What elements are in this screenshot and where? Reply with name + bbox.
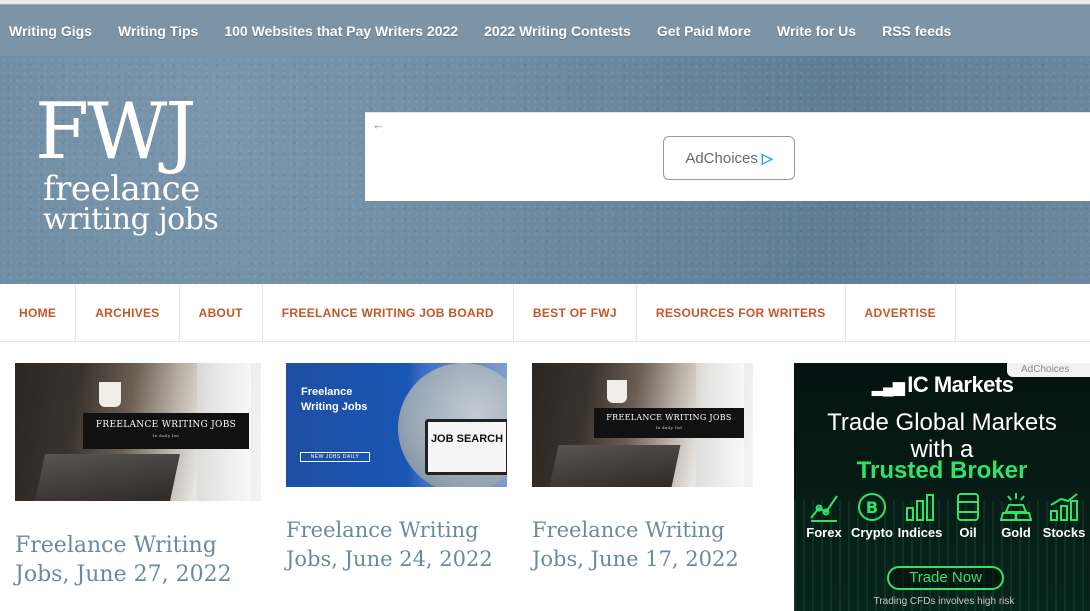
side-adchoices-label: AdChoices: [1021, 364, 1070, 375]
post-title: Freelance Writing Jobs, June 24, 2022: [286, 518, 493, 571]
thumb-screen: JOB SEARCH: [425, 419, 507, 475]
ad-item-indices: Indices: [896, 491, 944, 540]
adchoices-icon: ▷: [761, 149, 773, 166]
trade-now-button[interactable]: Trade Now: [887, 566, 1004, 590]
post-title: Freelance Writing Jobs, June 27, 2022: [15, 533, 232, 587]
topnav-writing-tips[interactable]: Writing Tips: [118, 23, 198, 39]
nav-resources[interactable]: RESOURCES FOR WRITERS: [637, 284, 846, 342]
ad-item-stocks: Stocks: [1040, 491, 1088, 540]
ad-brand-name: IC Markets: [907, 372, 1014, 397]
ad-disclaimer: Trading CFDs involves high risk: [873, 596, 1015, 607]
topnav-write-for-us[interactable]: Write for Us: [777, 23, 856, 39]
thumb-pill: NEW JOBS DAILY: [300, 452, 370, 462]
ad-item-label: Crypto: [851, 525, 893, 540]
header-ad-banner: ← AdChoices ▷: [365, 112, 1090, 201]
topnav-rss-feeds[interactable]: RSS feeds: [882, 23, 951, 39]
nav-job-board[interactable]: FREELANCE WRITING JOB BOARD: [263, 284, 514, 342]
site-logo[interactable]: FWJ freelance writing jobs: [35, 90, 235, 236]
topnav-get-paid-more[interactable]: Get Paid More: [657, 23, 751, 39]
side-adchoices-badge[interactable]: AdChoices: [1007, 363, 1090, 377]
stocks-icon: [1048, 491, 1080, 523]
topnav-100-websites[interactable]: 100 Websites that Pay Writers 2022: [224, 23, 458, 39]
thumb-label-box: FREELANCE WRITING JOBS In daily list: [594, 408, 744, 438]
ad-item-gold: Gold: [992, 491, 1040, 540]
coffee-cup-image: [98, 382, 121, 408]
adchoices-button[interactable]: AdChoices ▷: [663, 136, 795, 180]
post-photo: FREELANCE WRITING JOBS In daily list: [532, 363, 753, 487]
thumb-label-box: FREELANCE WRITING JOBS In daily list: [83, 413, 249, 449]
thumb-label: FREELANCE WRITING JOBS: [606, 413, 732, 422]
barrel-icon: [952, 491, 984, 523]
side-ad[interactable]: ▂▄▆ IC Markets Trade Global Markets with …: [794, 363, 1090, 611]
post-thumbnail[interactable]: FREELANCE WRITING JOBS In daily list: [532, 363, 753, 487]
laptop-image: [34, 454, 180, 501]
brand-bars-icon: ▂▄▆: [872, 379, 905, 396]
thumb-sub: In daily list: [152, 433, 180, 438]
adchoices-label: AdChoices: [685, 149, 758, 167]
thumb-text: Freelance Writing Jobs: [301, 386, 368, 413]
main-nav: HOME ARCHIVES ABOUT FREELANCE WRITING JO…: [0, 284, 1090, 342]
post-card: FREELANCE WRITING JOBS In daily list Fre…: [15, 363, 261, 589]
logo-line1: freelance: [43, 169, 200, 209]
logo-line2: writing jobs: [43, 202, 219, 237]
coffee-cup-image: [607, 380, 627, 403]
ad-headline-3: Trusted Broker: [856, 457, 1028, 484]
nav-home[interactable]: HOME: [0, 284, 77, 342]
thumb-sub: In daily list: [655, 425, 683, 430]
nav-archives[interactable]: ARCHIVES: [76, 284, 180, 342]
post-thumbnail[interactable]: Freelance Writing Jobs NEW JOBS DAILY JO…: [286, 363, 507, 487]
ad-brand: ▂▄▆ IC Markets: [872, 372, 1014, 398]
post-title: Freelance Writing Jobs, June 17, 2022: [532, 518, 739, 571]
post-title-link[interactable]: Freelance Writing Jobs, June 24, 2022: [286, 516, 507, 574]
nav-advertise[interactable]: ADVERTISE: [846, 284, 956, 342]
ad-item-crypto: B Crypto: [848, 491, 896, 540]
ad-item-forex: Forex: [800, 491, 848, 540]
page: Writing Gigs Writing Tips 100 Websites t…: [0, 0, 1090, 611]
bitcoin-icon: B: [856, 491, 888, 523]
ad-item-label: Indices: [897, 525, 943, 540]
post-card: FREELANCE WRITING JOBS In daily list Fre…: [532, 363, 753, 574]
svg-text:B: B: [866, 498, 878, 517]
post-title-link[interactable]: Freelance Writing Jobs, June 17, 2022: [532, 516, 753, 574]
gold-icon: [999, 491, 1033, 523]
nav-best-of-fwj[interactable]: BEST OF FWJ: [514, 284, 637, 342]
post-thumbnail[interactable]: FREELANCE WRITING JOBS In daily list: [15, 363, 261, 501]
top-nav: Writing Gigs Writing Tips 100 Websites t…: [0, 4, 1090, 56]
thumb-label: FREELANCE WRITING JOBS: [95, 420, 237, 430]
post-card: Freelance Writing Jobs NEW JOBS DAILY JO…: [286, 363, 507, 574]
chart-icon: [808, 491, 840, 523]
bars-icon: [904, 491, 936, 523]
post-photo: Freelance Writing Jobs NEW JOBS DAILY JO…: [286, 363, 507, 487]
ad-item-label: Oil: [959, 525, 977, 540]
ad-headline-1: Trade Global Markets: [827, 409, 1057, 436]
site-header: FWJ freelance writing jobs ← AdChoices ▷: [0, 56, 1090, 284]
nav-about[interactable]: ABOUT: [180, 284, 263, 342]
back-arrow-icon[interactable]: ←: [372, 117, 385, 132]
post-photo: FREELANCE WRITING JOBS In daily list: [15, 363, 261, 501]
ad-market-icons: Forex B Crypto Indices Oil Gold Stocks: [800, 491, 1088, 540]
ad-item-label: Forex: [806, 525, 842, 540]
topnav-writing-gigs[interactable]: Writing Gigs: [9, 23, 92, 39]
laptop-image: [549, 444, 681, 487]
ad-item-label: Stocks: [1042, 525, 1086, 540]
ad-item-label: Gold: [1001, 525, 1031, 540]
post-title-link[interactable]: Freelance Writing Jobs, June 27, 2022: [15, 531, 261, 589]
topnav-writing-contests[interactable]: 2022 Writing Contests: [484, 23, 631, 39]
ad-item-oil: Oil: [944, 491, 992, 540]
logo-mark: FWJ: [35, 87, 197, 177]
